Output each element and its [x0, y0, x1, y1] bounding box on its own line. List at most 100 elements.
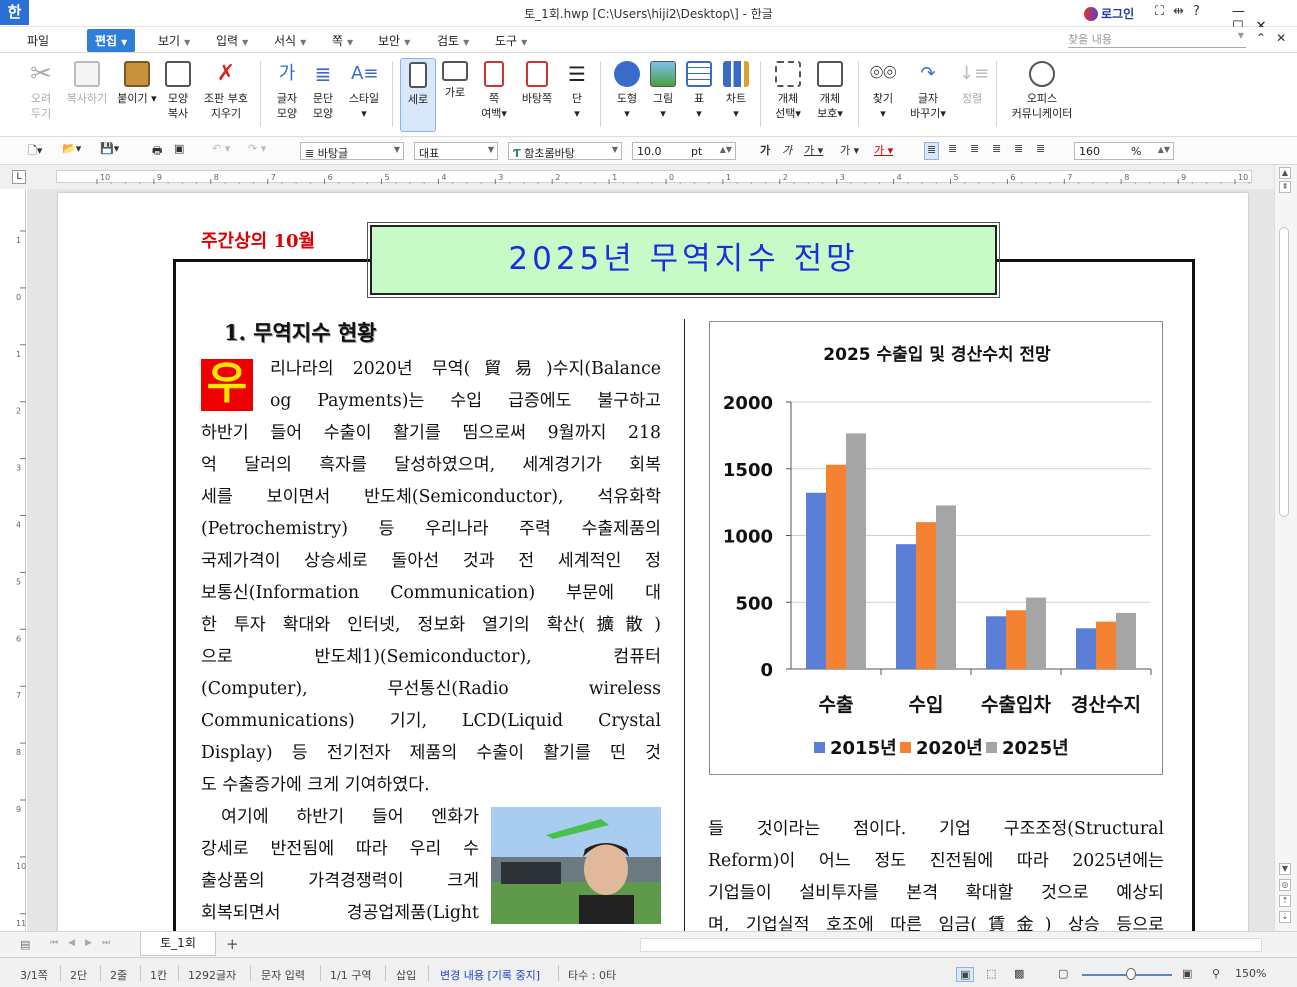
menu-edit[interactable]: 편집 ▼ — [87, 29, 136, 52]
columns-button[interactable]: ☰ 단 ▾ — [562, 58, 592, 132]
format-copy-button[interactable]: 모양 복사 — [161, 58, 195, 132]
vertical-scrollbar[interactable]: ▲ ⇞ ▼ ◎ ⇡ ⇣ — [1274, 165, 1297, 931]
paragraph-2[interactable]: 여기에 하반기 들어 엔화가 강세로 반전됨에 따라 우리 수 출상품의 가격경… — [201, 801, 479, 929]
tab-document[interactable]: 토_1회 — [140, 932, 216, 956]
zoom-magnifier-icon[interactable]: ⚲ — [1212, 967, 1220, 980]
save-icon[interactable]: 💾▾ — [100, 142, 119, 160]
new-doc-icon[interactable]: 🗋▾ — [28, 142, 42, 160]
find-button[interactable]: ⌾⌾ 찾기 ▾ — [866, 58, 900, 132]
fullscreen-icon[interactable]: ⛶ — [1155, 4, 1173, 19]
bold-button[interactable]: 가 — [760, 142, 770, 160]
page-nav-icon[interactable]: ◎ — [1279, 879, 1291, 891]
font-color-button[interactable]: 가 ▾ — [874, 142, 893, 160]
paragraph-1-indent[interactable]: 리나라의 2020년 무역(貿易)수지(Balance og Payments)… — [270, 353, 661, 417]
help-icon[interactable]: ? — [1193, 4, 1209, 19]
zoom-out-icon[interactable]: ▢ — [1058, 967, 1068, 980]
minimize-icon[interactable]: — — [1232, 4, 1257, 19]
copy-button[interactable]: 복사하기 — [63, 58, 111, 132]
horizontal-ruler[interactable]: 10 9 8 7 6 5 4 3 2 1 0 1 2 3 4 5 6 7 8 9 10 — [56, 170, 1252, 184]
view-normal-icon[interactable]: ▣ — [956, 967, 975, 982]
columns-icon: ☰ — [568, 62, 586, 86]
italic-button[interactable]: 가 — [782, 142, 792, 160]
search-input[interactable]: 찾을 내용 ▼ — [1068, 31, 1246, 48]
redo-icon[interactable]: ↷ ▾ — [248, 142, 266, 160]
align-divide-button[interactable]: ≣ — [1036, 142, 1045, 160]
print-icon[interactable]: 🖶 — [152, 142, 162, 160]
master-page-button[interactable]: 바탕쪽 — [516, 58, 558, 132]
menu-security[interactable]: 보안 ▼ — [378, 32, 410, 49]
view-page-icon[interactable]: ▩ — [1014, 967, 1024, 980]
table-button[interactable]: 표 ▾ — [684, 58, 714, 132]
shape-button[interactable]: 도형 ▾ — [608, 58, 646, 132]
align-right-button[interactable]: ≣ — [992, 142, 1001, 160]
close-doc-icon[interactable]: ✕ — [1276, 31, 1296, 45]
scroll-thumb[interactable] — [1279, 227, 1289, 517]
scroll-down-icon[interactable]: ▼ — [1279, 863, 1291, 875]
add-tab-button[interactable]: + — [226, 935, 239, 953]
view-width-icon[interactable]: ⬚ — [986, 967, 996, 980]
char-shape-button[interactable]: 가 글자 모양 — [268, 58, 306, 132]
style-select[interactable]: ≣ 바탕글 ▼ — [300, 142, 404, 160]
object-protect-button[interactable]: 개체 보호▾ — [810, 58, 850, 132]
menu-insert[interactable]: 입력 ▼ — [216, 32, 248, 49]
picture-button[interactable]: 그림 ▾ — [647, 58, 679, 132]
paragraph-1[interactable]: 하반기 들어 수출이 활기를 띰으로써 9월까지 218 억 달러의 흑자를 달… — [201, 417, 661, 801]
margin-button[interactable]: 쪽 여백▾ — [476, 58, 512, 132]
communicator-button[interactable]: 오피스 커뮤니케이터 — [1004, 58, 1080, 132]
line-spacing-select[interactable]: 160% ▲▼ — [1074, 142, 1174, 160]
status-section[interactable]: 1/1 구역 — [330, 967, 371, 983]
font-select[interactable]: Ƭ 함초롬바탕 ▼ — [508, 142, 622, 160]
undo-icon[interactable]: ↶ ▾ — [212, 142, 230, 160]
clear-marks-button[interactable]: ✗ 조판 부호 지우기 — [199, 58, 253, 132]
strike-button[interactable]: 가 ▾ — [840, 142, 859, 160]
lang-select[interactable]: 대표 ▼ — [414, 142, 498, 160]
tab-menu-icon[interactable]: ▤ — [20, 938, 30, 951]
paste-button[interactable]: 붙이기 ▾ — [116, 58, 158, 132]
size-select[interactable]: 10.0 pt ▲▼ — [632, 142, 736, 160]
menu-file[interactable]: 파일 — [27, 32, 49, 49]
collapse-icon[interactable]: ⌃ — [1256, 31, 1276, 45]
align-left-button[interactable]: ≣ — [948, 142, 957, 160]
preview-icon[interactable]: ▣ — [174, 142, 184, 160]
status-page[interactable]: 3/1쪽 — [20, 967, 48, 983]
replace-button[interactable]: ↷ 글자 바꾸기▾ — [905, 58, 951, 132]
zoom-level[interactable]: 150% — [1235, 967, 1266, 980]
menu-view[interactable]: 보기 ▼ — [158, 32, 190, 49]
next-page-icon[interactable]: ⇣ — [1279, 911, 1291, 923]
portrait-button[interactable]: 세로 — [400, 58, 436, 132]
scroll-up-icon[interactable]: ▲ — [1279, 167, 1291, 179]
menu-page[interactable]: 쪽 ▼ — [332, 32, 353, 49]
split-icon[interactable]: ⇹ — [1173, 4, 1193, 19]
prev-page-icon[interactable]: ⇡ — [1279, 895, 1291, 907]
zoom-knob[interactable] — [1126, 968, 1136, 980]
page[interactable]: 주간상의 10월 2025년 무역지수 전망 1. 무역지수 현황 우 리나라의… — [58, 193, 1248, 931]
cut-button[interactable]: ✂ 오려 두기 — [22, 58, 60, 132]
sort-button[interactable]: ↓≡ 정렬 — [955, 58, 989, 132]
menu-tools[interactable]: 도구 ▼ — [495, 32, 527, 49]
underline-button[interactable]: 가 ▾ — [804, 142, 823, 160]
align-distribute-button[interactable]: ≣ — [1014, 142, 1023, 160]
horizontal-scrollbar[interactable] — [640, 938, 1262, 952]
style-button[interactable]: A≡ 스타일 ▾ — [343, 58, 385, 132]
menu-format[interactable]: 서식 ▼ — [274, 32, 306, 49]
right-column-text[interactable]: 들 것이라는 점이다. 기업 구조조정(Structural Reform)이 … — [708, 813, 1164, 931]
chart-frame[interactable]: 2025 수출입 및 경산수치 전망 2000 1500 1000 500 0 수출 수입 수출… — [709, 321, 1163, 775]
status-insert[interactable]: 삽입 — [396, 967, 416, 983]
landscape-button[interactable]: 가로 — [438, 58, 472, 132]
login-button[interactable]: 로그인 — [1084, 5, 1134, 22]
text-line: 기업들이 설비투자를 본격 확대할 것으로 예상되 — [708, 883, 1164, 903]
status-track-changes[interactable]: 변경 내용 [기록 중지] — [440, 967, 540, 983]
ruler-corner-icon[interactable]: L — [12, 170, 26, 184]
embedded-photo[interactable] — [491, 807, 661, 924]
tab-nav-icons[interactable]: ⏮◀▶⏭ — [50, 938, 120, 948]
align-center-button[interactable]: ≣ — [970, 142, 979, 160]
menu-review[interactable]: 검토 ▼ — [437, 32, 469, 49]
object-select-button[interactable]: 개체 선택▾ — [768, 58, 808, 132]
vertical-ruler[interactable]: 1 0 1 2 3 4 5 6 7 8 9 10 11 — [12, 189, 26, 931]
align-justify-button[interactable]: ≣ — [924, 142, 940, 160]
open-icon[interactable]: 📂▾ — [62, 142, 81, 160]
para-shape-button[interactable]: ≣ 문단 모양 — [306, 58, 340, 132]
chart-button[interactable]: 차트 ▾ — [719, 58, 753, 132]
scroll-top-icon[interactable]: ⇞ — [1279, 181, 1291, 193]
zoom-in-icon[interactable]: ▣ — [1182, 967, 1192, 980]
